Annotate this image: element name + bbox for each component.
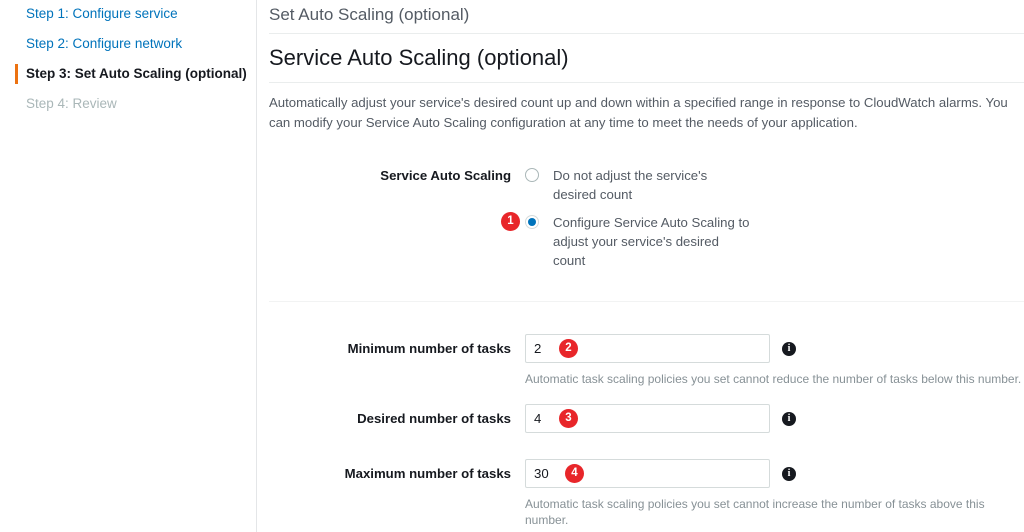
field-desired-tasks: Desired number of tasks 3 i — [269, 404, 1024, 433]
sidebar-step-4-label: Step 4: Review — [26, 96, 117, 111]
page-breadcrumb-title: Set Auto Scaling (optional) — [269, 5, 470, 24]
wizard-page: Step 1: Configure service Step 2: Config… — [0, 0, 1024, 532]
sidebar-step-3[interactable]: Step 3: Set Auto Scaling (optional) — [0, 59, 256, 89]
annotation-badge-2: 2 — [559, 339, 578, 358]
wizard-sidebar: Step 1: Configure service Step 2: Config… — [0, 0, 257, 532]
annotation-badge-4: 4 — [565, 464, 584, 483]
max-tasks-input[interactable] — [525, 459, 770, 488]
current-step-indicator — [15, 64, 18, 84]
page-title: Service Auto Scaling (optional) — [269, 45, 569, 70]
divider-form-sections — [269, 301, 1024, 302]
field-service-auto-scaling: Service Auto Scaling Do not adjust the s… — [269, 166, 1024, 279]
sidebar-step-4: Step 4: Review — [0, 89, 256, 119]
min-tasks-label: Minimum number of tasks — [347, 341, 511, 356]
annotation-badge-1: 1 — [501, 212, 520, 231]
sidebar-step-3-label: Step 3: Set Auto Scaling (optional) — [26, 66, 247, 81]
intro-paragraph: Automatically adjust your service's desi… — [269, 95, 1008, 130]
sidebar-step-2-label[interactable]: Step 2: Configure network — [26, 36, 182, 51]
min-tasks-help-text: Automatic task scaling policies you set … — [525, 372, 1022, 386]
auto-scaling-form: Service Auto Scaling Do not adjust the s… — [269, 133, 1024, 532]
max-tasks-help-text: Automatic task scaling policies you set … — [525, 497, 985, 527]
desired-tasks-control: 3 i — [525, 404, 1024, 433]
desired-tasks-label: Desired number of tasks — [357, 411, 511, 426]
info-icon-min-tasks[interactable]: i — [782, 341, 796, 356]
annotation-badge-3: 3 — [559, 409, 578, 428]
service-auto-scaling-radio-group: Do not adjust the service's desired coun… — [501, 166, 1024, 279]
field-min-tasks: Minimum number of tasks 2 i Automatic ta… — [269, 334, 1024, 387]
radio-configure-auto-scaling[interactable]: 1 Configure Service Auto Scaling to adju… — [501, 212, 1024, 270]
service-auto-scaling-label: Service Auto Scaling — [380, 168, 511, 183]
max-tasks-label: Maximum number of tasks — [344, 466, 511, 481]
radio-configure-auto-scaling-label[interactable]: Configure Service Auto Scaling to adjust… — [553, 213, 753, 270]
field-max-tasks: Maximum number of tasks 4 i Automatic ta… — [269, 459, 1024, 528]
min-tasks-control: 2 i Automatic task scaling policies you … — [525, 334, 1024, 387]
sidebar-step-2[interactable]: Step 2: Configure network — [0, 29, 256, 59]
radio-do-not-adjust-label[interactable]: Do not adjust the service's desired coun… — [553, 166, 753, 204]
sidebar-step-1[interactable]: Step 1: Configure service — [0, 0, 256, 29]
max-tasks-control: 4 i Automatic task scaling policies you … — [525, 459, 1024, 528]
sidebar-step-1-label[interactable]: Step 1: Configure service — [26, 6, 178, 21]
main-content: Set Auto Scaling (optional) Service Auto… — [257, 0, 1024, 532]
radio-configure-auto-scaling-circle[interactable] — [525, 215, 539, 229]
radio-do-not-adjust-circle[interactable] — [525, 168, 539, 182]
radio-do-not-adjust[interactable]: Do not adjust the service's desired coun… — [525, 166, 1024, 204]
info-icon-max-tasks[interactable]: i — [782, 466, 796, 481]
info-icon-desired-tasks[interactable]: i — [782, 411, 796, 426]
